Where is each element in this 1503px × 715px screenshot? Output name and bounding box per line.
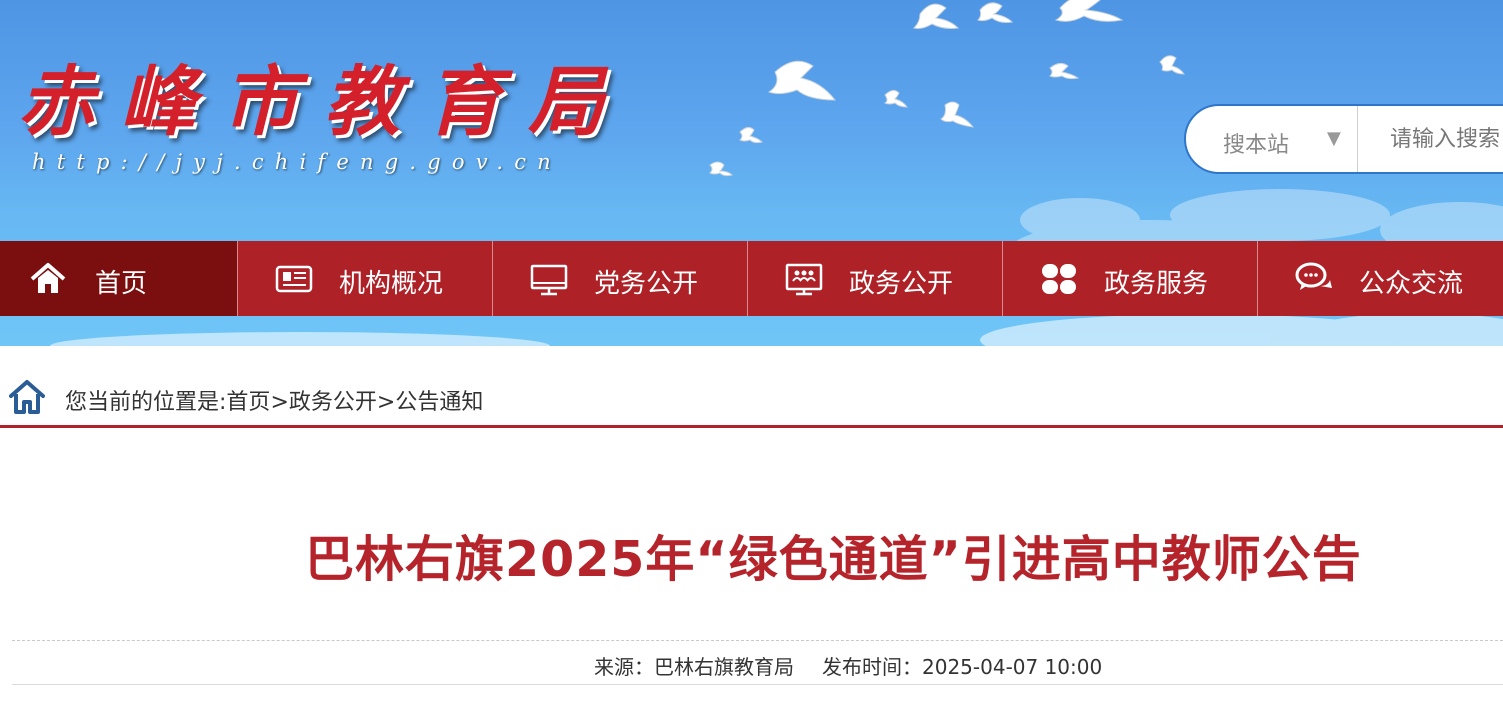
screen-people-icon: [785, 263, 823, 296]
nav-item-home[interactable]: 首页: [0, 241, 238, 316]
article-source: 来源：巴林右旗教育局: [594, 655, 794, 679]
nav-item-label: 党务公开: [594, 269, 699, 299]
breadcrumb-prefix: 您当前的位置是:: [65, 390, 227, 415]
nav-item-label: 机构概况: [339, 269, 444, 299]
nav-item-government-affairs[interactable]: 政务公开: [748, 241, 1003, 316]
breadcrumb-path: 您当前的位置是:首页>政务公开>公告通知: [65, 384, 483, 416]
breadcrumb: 您当前的位置是:首页>政务公开>公告通知: [0, 346, 1503, 428]
monitor-icon: [530, 264, 568, 296]
nav-item-label: 政务公开: [849, 269, 954, 299]
breadcrumb-link-home[interactable]: 首页: [226, 390, 270, 415]
site-url: http://jyj.chifeng.gov.cn: [32, 150, 562, 174]
search-input[interactable]: [1360, 112, 1503, 166]
nav-item-public-exchange[interactable]: 公众交流: [1258, 241, 1503, 316]
nav-item-label: 公众交流: [1359, 269, 1464, 299]
article-meta: 来源：巴林右旗教育局 发布时间：2025-04-07 10:00: [594, 651, 1102, 680]
divider: [12, 640, 1503, 641]
breadcrumb-link-government-affairs[interactable]: 政务公开: [289, 390, 377, 415]
article-publish-time: 发布时间：2025-04-07 10:00: [822, 655, 1103, 679]
breadcrumb-link-notices[interactable]: 公告通知: [395, 390, 483, 415]
article-title: 巴林右旗2025年“绿色通道”引进高中教师公告: [305, 531, 1362, 588]
search-box: 搜本站 ▼: [1184, 104, 1503, 174]
nav-item-label: 首页: [95, 269, 148, 299]
home-icon[interactable]: [8, 379, 46, 415]
divider: [12, 684, 1503, 685]
breadcrumb-separator: >: [270, 390, 289, 415]
chat-bubbles-icon: [1295, 262, 1332, 290]
search-scope-select[interactable]: 搜本站 ▼: [1186, 106, 1358, 172]
nav-item-label: 政务服务: [1104, 269, 1209, 299]
breadcrumb-separator: >: [376, 390, 396, 415]
nav-item-party-affairs[interactable]: 党务公开: [493, 241, 748, 316]
home-icon: [30, 263, 66, 293]
doves-decoration: [709, 0, 1185, 177]
search-scope-label: 搜本站: [1223, 133, 1290, 158]
grid-icon: [1042, 264, 1076, 294]
nav-item-government-services[interactable]: 政务服务: [1003, 241, 1258, 316]
site-title: 赤峰市教育局: [18, 57, 630, 146]
nav-item-about[interactable]: 机构概况: [238, 241, 493, 316]
chevron-down-icon[interactable]: ▼: [1327, 128, 1341, 149]
newspaper-icon: [275, 265, 313, 293]
main-nav: 首页 机构概况 党务公开 政务公开 政务服务 公众交流: [0, 241, 1503, 316]
